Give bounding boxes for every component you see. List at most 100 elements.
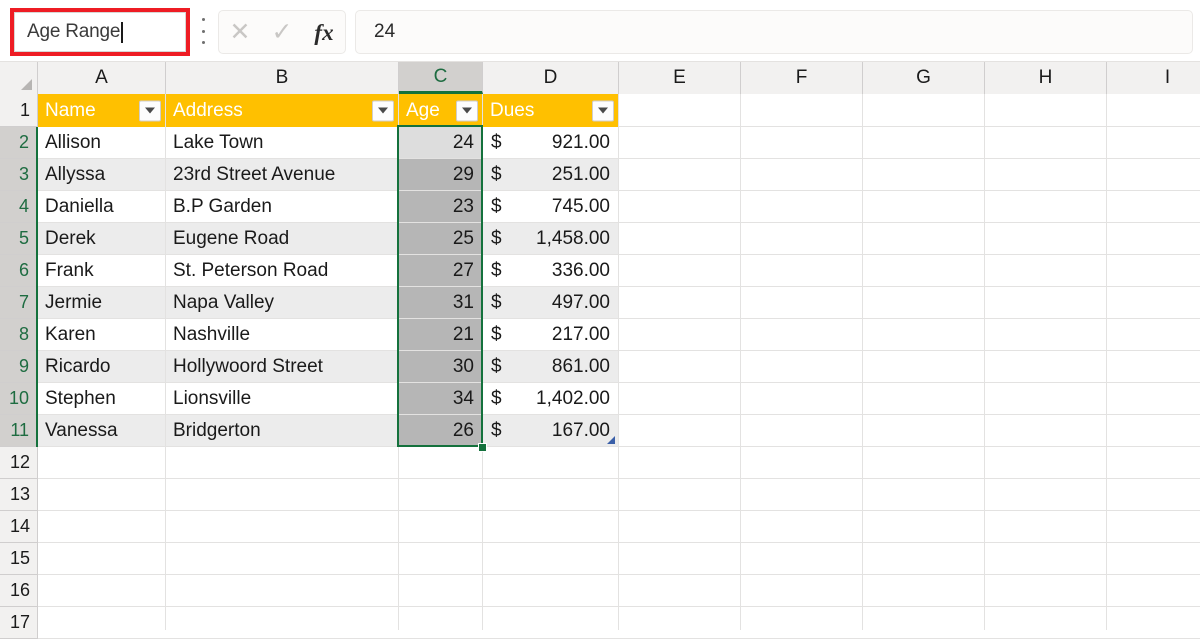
row-header-11[interactable]: 11 <box>0 415 38 447</box>
gridline-horizontal <box>38 478 1200 479</box>
cell-address[interactable]: Eugene Road <box>166 223 398 254</box>
cell-name[interactable]: Daniella <box>38 191 165 222</box>
dot <box>201 41 205 44</box>
cell-age[interactable]: 27 <box>399 255 482 286</box>
column-header-label: I <box>1164 67 1171 88</box>
check-icon: ✓ <box>271 17 293 46</box>
cell-age[interactable]: 21 <box>399 319 482 350</box>
row-header-12[interactable]: 12 <box>0 447 38 479</box>
currency-symbol: $ <box>491 227 502 249</box>
gridline-horizontal <box>38 446 1200 447</box>
column-header-a[interactable]: A <box>38 62 166 94</box>
column-header-h[interactable]: H <box>985 62 1107 94</box>
cell-name[interactable]: Allyssa <box>38 159 165 190</box>
cell-dues[interactable]: $861.00 <box>483 351 618 382</box>
cell-name[interactable]: Stephen <box>38 383 165 414</box>
row-header-10[interactable]: 10 <box>0 383 38 415</box>
cell-age[interactable]: 26 <box>399 415 482 446</box>
column-header-b[interactable]: B <box>166 62 399 94</box>
cell-dues[interactable]: $167.00 <box>483 415 618 446</box>
cell-dues[interactable]: $1,458.00 <box>483 223 618 254</box>
column-header-d[interactable]: D <box>483 62 619 94</box>
cell-address[interactable]: St. Peterson Road <box>166 255 398 286</box>
currency-amount: 861.00 <box>551 355 610 377</box>
row-header-14[interactable]: 14 <box>0 511 38 543</box>
drag-dots-icon[interactable] <box>199 18 207 44</box>
row-header-label: 11 <box>10 420 29 440</box>
table-header-label: Name <box>45 99 96 121</box>
row-header-17[interactable]: 17 <box>0 607 38 639</box>
filter-dropdown-icon[interactable] <box>139 100 161 121</box>
cell-age[interactable]: 29 <box>399 159 482 190</box>
column-header-c[interactable]: C <box>399 62 483 94</box>
currency-symbol: $ <box>491 195 502 217</box>
table-resize-handle-icon[interactable] <box>607 436 615 444</box>
row-header-15[interactable]: 15 <box>0 543 38 575</box>
row-header-16[interactable]: 16 <box>0 575 38 607</box>
table-header-cell[interactable]: Address <box>166 94 398 127</box>
table-header-cell[interactable]: Dues <box>483 94 618 127</box>
table-header-cell[interactable]: Name <box>38 94 165 127</box>
cell-age[interactable]: 30 <box>399 351 482 382</box>
cell-address[interactable]: Bridgerton <box>166 415 398 446</box>
cell-dues[interactable]: $497.00 <box>483 287 618 318</box>
formula-input[interactable]: 24 <box>355 10 1193 54</box>
cell-address[interactable]: Hollywoord Street <box>166 351 398 382</box>
fill-handle[interactable] <box>478 443 487 452</box>
insert-function-button[interactable]: fx <box>303 11 345 53</box>
selected-rows-edge <box>36 127 38 447</box>
cell-name[interactable]: Jermie <box>38 287 165 318</box>
row-header-7[interactable]: 7 <box>0 287 38 319</box>
cell-name[interactable]: Allison <box>38 127 165 158</box>
cell-address[interactable]: Nashville <box>166 319 398 350</box>
row-header-4[interactable]: 4 <box>0 191 38 223</box>
cell-name[interactable]: Frank <box>38 255 165 286</box>
enter-button[interactable]: ✓ <box>261 11 303 53</box>
filter-dropdown-icon[interactable] <box>372 100 394 121</box>
cell-name[interactable]: Vanessa <box>38 415 165 446</box>
cell-age[interactable]: 25 <box>399 223 482 254</box>
cell-dues[interactable]: $336.00 <box>483 255 618 286</box>
filter-dropdown-icon[interactable] <box>592 100 614 121</box>
cell-address[interactable]: Lionsville <box>166 383 398 414</box>
row-header-13[interactable]: 13 <box>0 479 38 511</box>
row-header-2[interactable]: 2 <box>0 127 38 159</box>
row-header-5[interactable]: 5 <box>0 223 38 255</box>
cell-age[interactable]: 24 <box>399 127 482 158</box>
cell-address[interactable]: Lake Town <box>166 127 398 158</box>
cell-dues[interactable]: $1,402.00 <box>483 383 618 414</box>
row-header-3[interactable]: 3 <box>0 159 38 191</box>
cell-address[interactable]: Napa Valley <box>166 287 398 318</box>
cell-dues[interactable]: $217.00 <box>483 319 618 350</box>
currency-symbol: $ <box>491 355 502 377</box>
cell-age[interactable]: 23 <box>399 191 482 222</box>
column-header-f[interactable]: F <box>741 62 863 94</box>
cell-dues[interactable]: $921.00 <box>483 127 618 158</box>
cell-name[interactable]: Ricardo <box>38 351 165 382</box>
cell-address[interactable]: B.P Garden <box>166 191 398 222</box>
cell-dues[interactable]: $745.00 <box>483 191 618 222</box>
cell-address[interactable]: 23rd Street Avenue <box>166 159 398 190</box>
cell-age[interactable]: 34 <box>399 383 482 414</box>
currency-symbol: $ <box>491 163 502 185</box>
cell-name[interactable]: Derek <box>38 223 165 254</box>
column-header-i[interactable]: I <box>1107 62 1200 94</box>
column-header-e[interactable]: E <box>619 62 741 94</box>
filter-dropdown-icon[interactable] <box>456 100 478 121</box>
row-header-label: 10 <box>8 388 29 408</box>
cell-age[interactable]: 31 <box>399 287 482 318</box>
cancel-button[interactable]: ✕ <box>219 11 261 53</box>
column-header-label: D <box>543 67 558 88</box>
table-header-cell[interactable]: Age <box>399 94 482 127</box>
row-header-8[interactable]: 8 <box>0 319 38 351</box>
name-box-input[interactable]: Age Range <box>14 12 186 52</box>
column-header-label: H <box>1038 67 1053 88</box>
cell-name[interactable]: Karen <box>38 319 165 350</box>
select-all-button[interactable] <box>0 62 38 94</box>
accounting-format: $1,402.00 <box>483 383 618 414</box>
row-header-6[interactable]: 6 <box>0 255 38 287</box>
row-header-9[interactable]: 9 <box>0 351 38 383</box>
column-header-g[interactable]: G <box>863 62 985 94</box>
cell-dues[interactable]: $251.00 <box>483 159 618 190</box>
row-header-1[interactable]: 1 <box>0 94 38 127</box>
